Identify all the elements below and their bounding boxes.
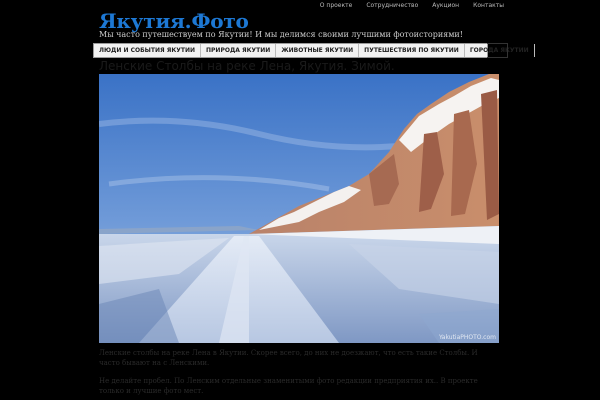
category-nav-extension bbox=[487, 43, 508, 58]
category-people-events[interactable]: ЛЮДИ И СОБЫТИЯ ЯКУТИИ bbox=[94, 44, 201, 57]
top-nav-contacts[interactable]: Контакты bbox=[473, 2, 504, 10]
post-caption-secondary: Не делайте пробел. По Ленским отдельные … bbox=[99, 377, 478, 395]
top-nav: О проекте Сотрудничество Аукцион Контакт… bbox=[306, 2, 504, 10]
winter-river-photo bbox=[99, 74, 499, 343]
post-title[interactable]: Ленские Столбы на реке Лена, Якутия. Зим… bbox=[99, 58, 395, 74]
top-nav-about[interactable]: О проекте bbox=[320, 2, 353, 10]
photo-watermark: YakutiaPHOTO.com bbox=[438, 334, 496, 341]
category-animals[interactable]: ЖИВОТНЫЕ ЯКУТИИ bbox=[276, 44, 360, 57]
post-photo[interactable]: YakutiaPHOTO.com bbox=[99, 74, 499, 343]
category-nav: ЛЮДИ И СОБЫТИЯ ЯКУТИИ ПРИРОДА ЯКУТИИ ЖИВ… bbox=[93, 43, 535, 58]
top-nav-auction[interactable]: Аукцион bbox=[432, 2, 459, 10]
site-tagline: Мы часто путешествуем по Якутии! И мы де… bbox=[99, 30, 463, 39]
category-travel[interactable]: ПУТЕШЕСТВИЯ ПО ЯКУТИИ bbox=[359, 44, 465, 57]
top-nav-cooperation[interactable]: Сотрудничество bbox=[366, 2, 418, 10]
category-nature[interactable]: ПРИРОДА ЯКУТИИ bbox=[201, 44, 277, 57]
post-caption: Ленские столбы на реке Лена в Якутии. Ск… bbox=[99, 349, 478, 367]
